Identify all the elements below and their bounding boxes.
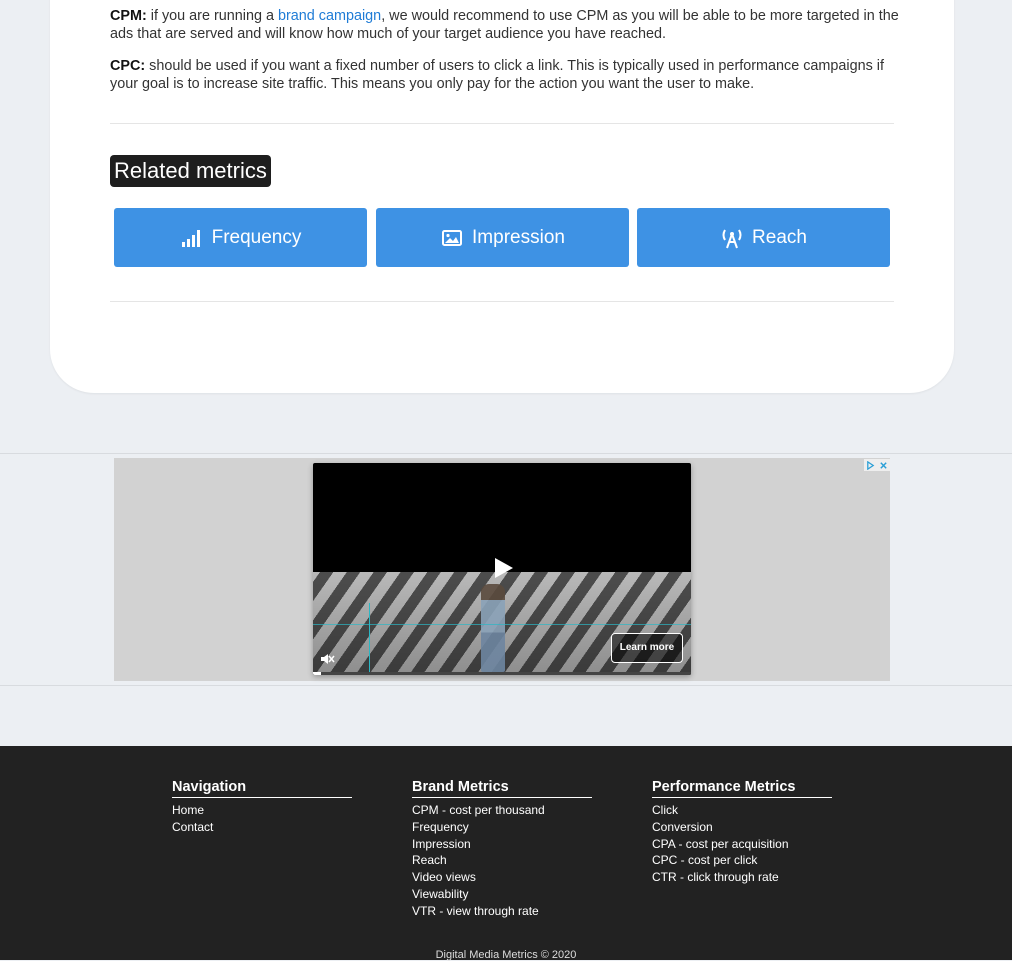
footer-link-list: Home Contact (172, 802, 352, 836)
mute-icon[interactable] (319, 651, 335, 667)
overlay-line (369, 603, 370, 675)
cpm-paragraph: CPM: if you are running a brand campaign… (110, 8, 900, 43)
footer-brand-metrics: Brand Metrics CPM - cost per thousand Fre… (412, 779, 592, 920)
footer-link[interactable]: CTR - click through rate (652, 869, 832, 886)
learn-more-button[interactable]: Learn more (611, 633, 683, 663)
copyright: Digital Media Metrics © 2020 (435, 949, 577, 961)
footer-link[interactable]: CPA - cost per acquisition (652, 836, 832, 853)
impression-button[interactable]: Impression (376, 208, 629, 267)
reach-button[interactable]: Reach (637, 208, 890, 267)
footer-link[interactable]: CPC - cost per click (652, 852, 832, 869)
video-progress-fill (313, 672, 321, 675)
footer-link[interactable]: Home (172, 802, 352, 819)
frequency-button[interactable]: Frequency (114, 208, 367, 267)
footer-heading: Navigation (172, 779, 352, 798)
play-icon[interactable] (495, 558, 513, 578)
divider (110, 301, 894, 302)
video-progress[interactable] (313, 672, 691, 675)
footer-link[interactable]: CPM - cost per thousand (412, 802, 592, 819)
related-metrics-title: Related metrics (110, 155, 271, 187)
divider (110, 123, 894, 124)
footer-link[interactable]: Impression (412, 836, 592, 853)
cpc-label: CPC: (110, 58, 146, 74)
footer-link-list: Click Conversion CPA - cost per acquisitio… (652, 802, 832, 886)
frequency-label: Frequency (211, 226, 302, 248)
footer-link[interactable]: Click (652, 802, 832, 819)
cpc-paragraph: CPC: should be used if you want a fixed … (110, 58, 900, 93)
footer-link[interactable]: Contact (172, 819, 352, 836)
signal-bars-icon (180, 226, 204, 250)
video-figure (481, 584, 505, 672)
close-icon[interactable] (879, 461, 888, 470)
footer-performance-metrics: Performance Metrics Click Conversion CPA -… (652, 779, 832, 886)
footer-link[interactable]: VTR - view through rate (412, 903, 592, 920)
footer-link[interactable]: Viewability (412, 886, 592, 903)
reach-label: Reach (752, 226, 807, 248)
cpm-text-before: if you are running a (146, 8, 278, 24)
adchoices-icon[interactable] (866, 460, 875, 470)
footer-heading: Performance Metrics (652, 779, 832, 798)
footer-link[interactable]: Video views (412, 869, 592, 886)
cpc-text: should be used if you want a fixed numbe… (110, 58, 885, 92)
broadcast-tower-icon (720, 226, 744, 250)
video-ad-player[interactable]: Learn more (313, 463, 691, 675)
footer-link[interactable]: Conversion (652, 819, 832, 836)
ad-choices[interactable] (864, 459, 890, 471)
footer-heading: Brand Metrics (412, 779, 592, 798)
image-icon (440, 226, 464, 250)
cpm-label: CPM: (110, 8, 147, 24)
footer: Navigation Home Contact Brand Metrics CPM… (0, 746, 1012, 961)
footer-link-list: CPM - cost per thousand Frequency Impressi… (412, 802, 592, 920)
footer-navigation: Navigation Home Contact (172, 779, 352, 836)
footer-link[interactable]: Frequency (412, 819, 592, 836)
footer-link[interactable]: Reach (412, 852, 592, 869)
brand-campaign-link[interactable]: brand campaign (278, 8, 381, 24)
impression-label: Impression (472, 226, 565, 248)
overlay-line (313, 624, 691, 625)
